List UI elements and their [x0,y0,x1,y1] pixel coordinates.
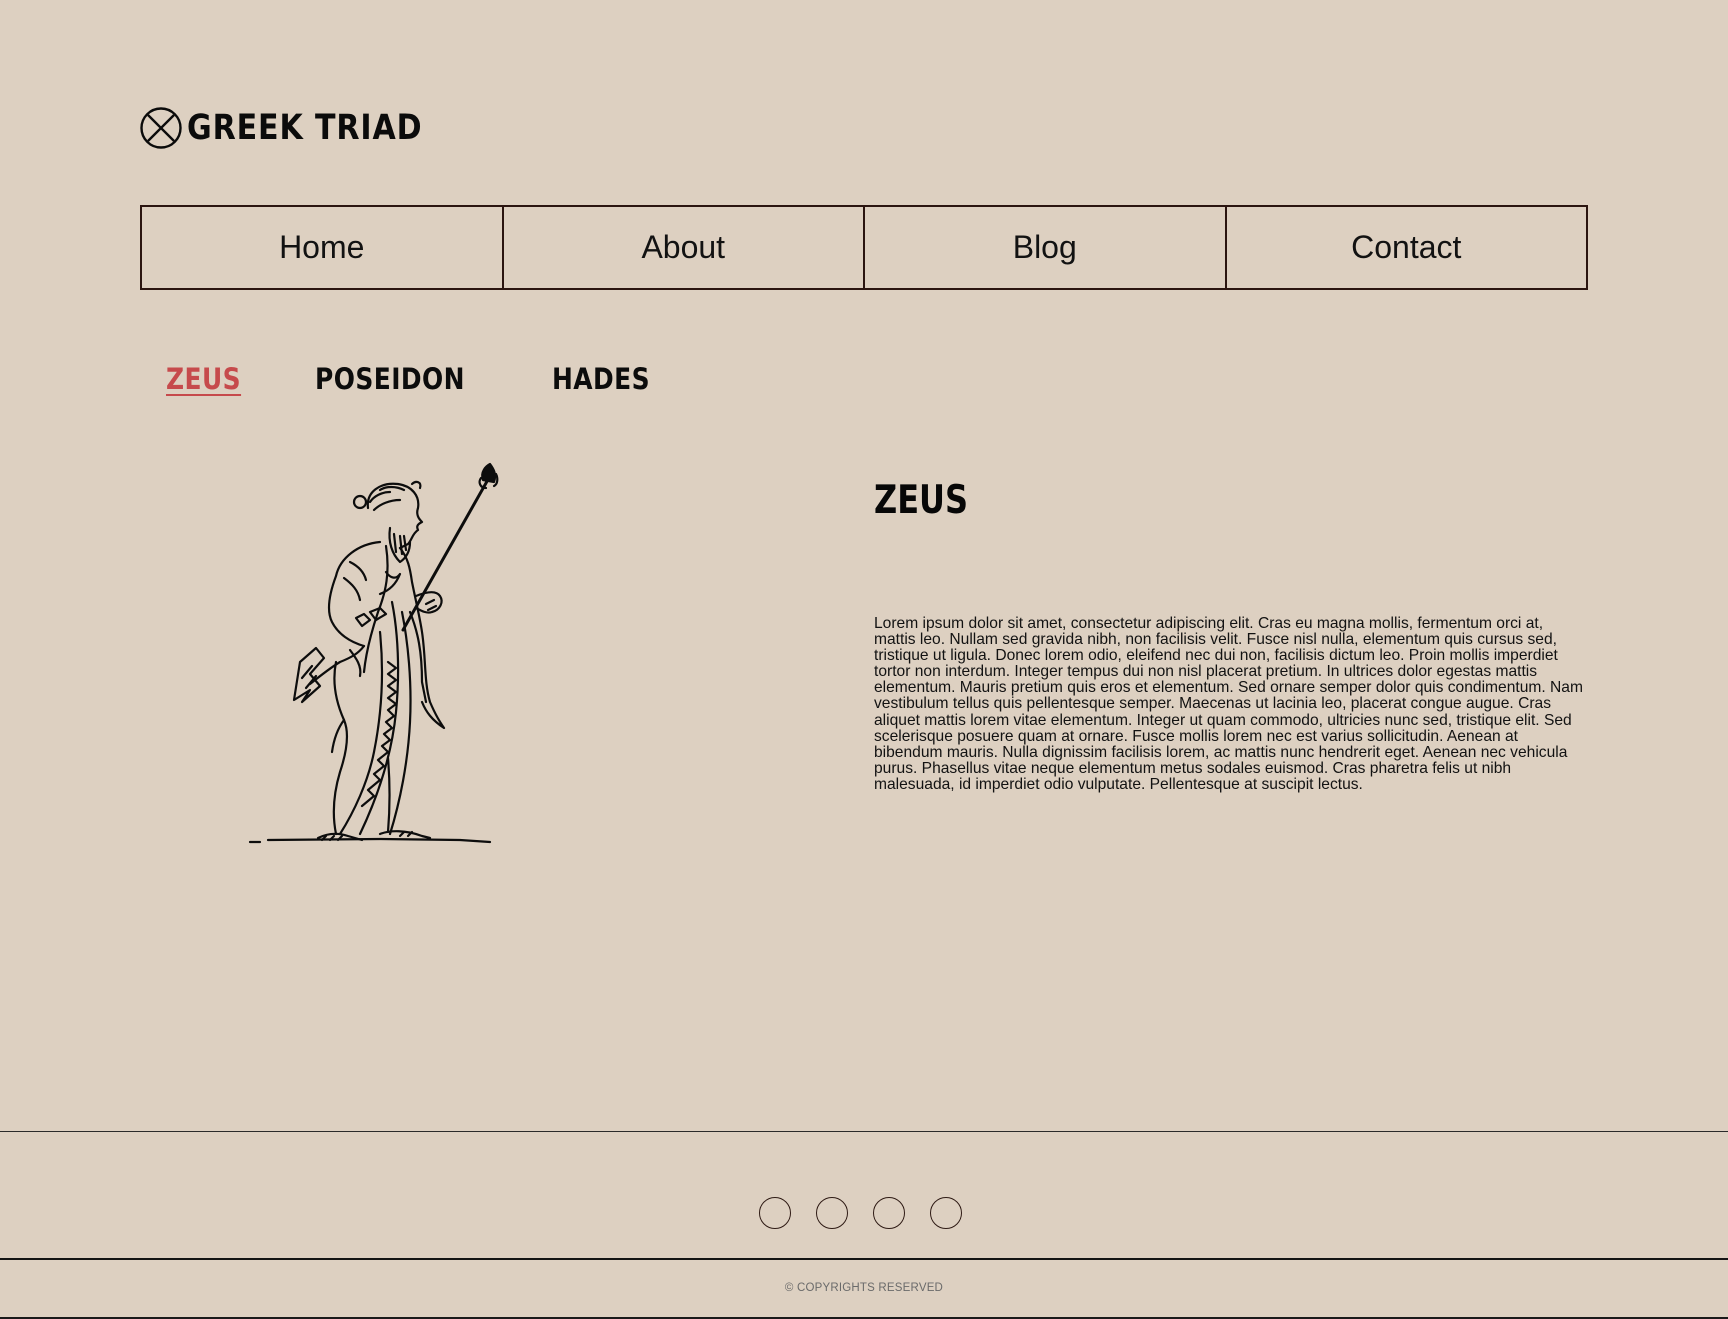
site-logo[interactable]: GREEK TRIAD [140,106,461,150]
nav-blog-link[interactable]: Blog [863,205,1227,290]
main-nav: Home About Blog Contact [140,205,1588,290]
nav-about-link[interactable]: About [501,205,865,290]
logo-text: GREEK TRIAD [187,108,423,148]
tab-zeus[interactable]: ZEUS [166,362,241,396]
god-tabs: ZEUS POSEIDON HADES [166,362,666,396]
social-links [759,1197,962,1229]
social-icon-4[interactable] [930,1197,962,1229]
zeus-illustration [248,462,499,844]
tab-poseidon[interactable]: POSEIDON [315,362,465,396]
content-body: Lorem ipsum dolor sit amet, consectetur … [874,615,1583,793]
social-icon-2[interactable] [816,1197,848,1229]
copyright-text: © COPYRIGHTS RESERVED [784,1282,944,1294]
social-icon-1[interactable] [759,1197,791,1229]
nav-home-link[interactable]: Home [140,205,504,290]
footer-divider-bottom [0,1258,1728,1260]
crossed-circle-icon [140,107,182,149]
tab-hades[interactable]: HADES [552,362,650,396]
social-icon-3[interactable] [873,1197,905,1229]
nav-contact-link[interactable]: Contact [1224,205,1588,290]
content-title: ZEUS [874,478,969,523]
footer-divider [0,1131,1728,1132]
